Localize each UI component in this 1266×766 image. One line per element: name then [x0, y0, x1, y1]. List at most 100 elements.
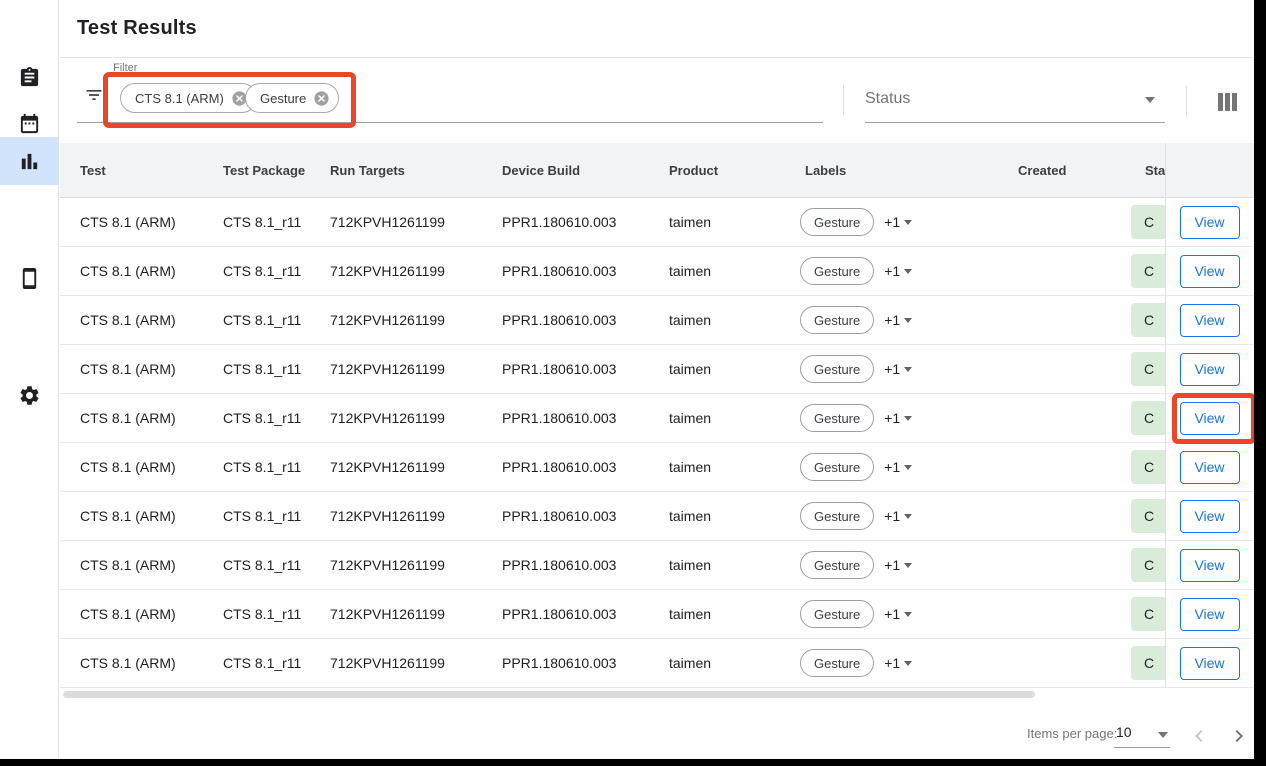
more-labels-dropdown[interactable]: +1	[884, 312, 916, 328]
status-select-placeholder: Status	[865, 90, 910, 108]
items-per-page-select[interactable]: 10	[1114, 722, 1170, 748]
status-badge: C	[1131, 450, 1165, 484]
more-labels-dropdown[interactable]: +1	[884, 655, 916, 671]
cell-test-package: CTS 8.1_r11	[203, 296, 310, 345]
sidebar-item-test-plans[interactable]	[0, 53, 59, 101]
view-button[interactable]: View	[1180, 255, 1240, 288]
dropdown-arrow-icon	[904, 367, 912, 372]
cell-test-package: CTS 8.1_r11	[203, 345, 310, 394]
label-chip: Gesture	[800, 502, 874, 530]
view-button[interactable]: View	[1180, 353, 1240, 386]
more-labels-dropdown[interactable]: +1	[884, 263, 916, 279]
cell-run-targets: 712KPVH1261199	[310, 590, 482, 639]
more-labels-dropdown[interactable]: +1	[884, 557, 916, 573]
cell-created	[998, 443, 1125, 492]
previous-page-button[interactable]	[1187, 724, 1211, 748]
cell-device-build: PPR1.180610.003	[482, 590, 649, 639]
more-labels-dropdown[interactable]: +1	[884, 606, 916, 622]
view-button[interactable]: View	[1180, 402, 1240, 435]
cell-test-package: CTS 8.1_r11	[203, 541, 310, 590]
cell-test: CTS 8.1 (ARM)	[60, 590, 203, 639]
cell-labels: Gesture +1	[785, 443, 998, 492]
dropdown-arrow-icon	[904, 563, 912, 568]
cell-run-targets: 712KPVH1261199	[310, 492, 482, 541]
cell-actions: View	[1165, 590, 1254, 639]
cell-labels: Gesture +1	[785, 394, 998, 443]
cell-labels: Gesture +1	[785, 590, 998, 639]
filter-field-label: Filter	[113, 62, 137, 74]
sidebar-item-test-results[interactable]	[0, 137, 59, 185]
chip-remove-button[interactable]	[313, 90, 330, 107]
table-row: CTS 8.1 (ARM) CTS 8.1_r11 712KPVH1261199…	[60, 541, 1254, 590]
filter-chip-label: Gesture	[260, 91, 306, 106]
sidebar-item-devices[interactable]	[0, 254, 59, 302]
more-labels-dropdown[interactable]: +1	[884, 410, 916, 426]
view-button[interactable]: View	[1180, 451, 1240, 484]
more-labels-dropdown[interactable]: +1	[884, 459, 916, 475]
status-filter-select[interactable]: Status	[865, 82, 1165, 123]
cell-status: C	[1125, 590, 1165, 639]
status-badge: C	[1131, 303, 1165, 337]
cell-test-package: CTS 8.1_r11	[203, 247, 310, 296]
cell-actions: View	[1165, 247, 1254, 296]
sidebar-item-settings[interactable]	[0, 371, 59, 419]
cell-test: CTS 8.1 (ARM)	[60, 443, 203, 492]
cell-product: taimen	[649, 247, 785, 296]
label-chip: Gesture	[800, 355, 874, 383]
cell-device-build: PPR1.180610.003	[482, 443, 649, 492]
cell-product: taimen	[649, 590, 785, 639]
table-row: CTS 8.1 (ARM) CTS 8.1_r11 712KPVH1261199…	[60, 443, 1254, 492]
view-button[interactable]: View	[1180, 549, 1240, 582]
view-columns-button[interactable]	[1218, 93, 1237, 111]
view-button[interactable]: View	[1180, 304, 1240, 337]
cell-actions: View	[1165, 345, 1254, 394]
cell-product: taimen	[649, 492, 785, 541]
column-header-test: Test	[60, 163, 203, 178]
more-labels-dropdown[interactable]: +1	[884, 361, 916, 377]
cell-run-targets: 712KPVH1261199	[310, 443, 482, 492]
cell-product: taimen	[649, 345, 785, 394]
view-button[interactable]: View	[1180, 647, 1240, 680]
cell-test: CTS 8.1 (ARM)	[60, 247, 203, 296]
cell-created	[998, 247, 1125, 296]
cell-run-targets: 712KPVH1261199	[310, 247, 482, 296]
table-row: CTS 8.1 (ARM) CTS 8.1_r11 712KPVH1261199…	[60, 394, 1254, 443]
cell-created	[998, 541, 1125, 590]
cell-device-build: PPR1.180610.003	[482, 247, 649, 296]
cell-labels: Gesture +1	[785, 247, 998, 296]
next-page-button[interactable]	[1227, 724, 1251, 748]
cell-actions: View	[1165, 394, 1254, 443]
status-badge: C	[1131, 646, 1165, 680]
cell-test-package: CTS 8.1_r11	[203, 492, 310, 541]
cancel-icon	[313, 90, 330, 107]
view-button[interactable]: View	[1180, 206, 1240, 239]
cell-status: C	[1125, 639, 1165, 688]
filter-input[interactable]: CTS 8.1 (ARM) Gesture	[77, 78, 823, 123]
column-header-status: Status	[1125, 163, 1165, 178]
dropdown-arrow-icon	[904, 661, 912, 666]
cell-run-targets: 712KPVH1261199	[310, 639, 482, 688]
cell-actions: View	[1165, 443, 1254, 492]
chevron-left-icon	[1187, 724, 1211, 748]
view-button[interactable]: View	[1180, 598, 1240, 631]
cell-run-targets: 712KPVH1261199	[310, 198, 482, 247]
more-labels-dropdown[interactable]: +1	[884, 508, 916, 524]
more-labels-count: +1	[884, 606, 900, 622]
cell-labels: Gesture +1	[785, 639, 998, 688]
label-chip: Gesture	[800, 649, 874, 677]
view-button[interactable]: View	[1180, 500, 1240, 533]
status-badge: C	[1131, 352, 1165, 386]
column-header-device-build: Device Build	[482, 163, 649, 178]
horizontal-scrollbar-thumb[interactable]	[63, 691, 1035, 698]
cell-actions: View	[1165, 198, 1254, 247]
cell-test: CTS 8.1 (ARM)	[60, 296, 203, 345]
cell-test-package: CTS 8.1_r11	[203, 394, 310, 443]
status-badge: C	[1131, 548, 1165, 582]
label-chip: Gesture	[800, 551, 874, 579]
cell-status: C	[1125, 541, 1165, 590]
cell-product: taimen	[649, 296, 785, 345]
label-chip: Gesture	[800, 600, 874, 628]
chevron-right-icon	[1227, 724, 1251, 748]
more-labels-dropdown[interactable]: +1	[884, 214, 916, 230]
cell-test-package: CTS 8.1_r11	[203, 443, 310, 492]
